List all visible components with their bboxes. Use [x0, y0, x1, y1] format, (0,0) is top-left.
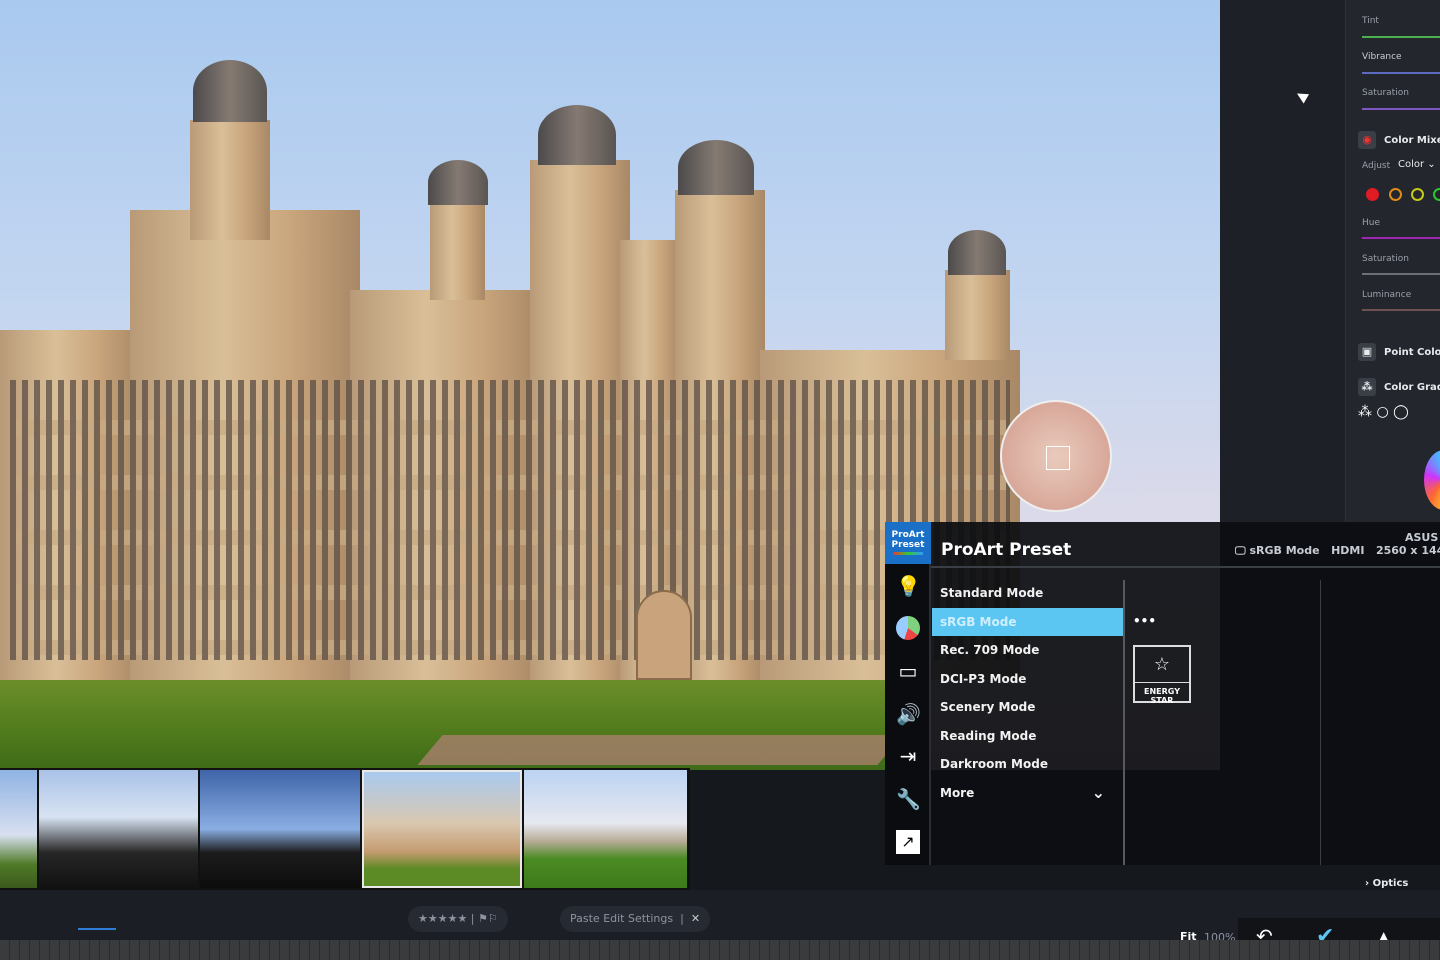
brightness-bulb-icon[interactable]: 💡: [896, 574, 921, 598]
luminance-slider[interactable]: [1362, 309, 1440, 311]
vibrance-label: Vibrance: [1362, 52, 1402, 62]
film-thumbnail[interactable]: [524, 770, 687, 888]
vibrance-slider[interactable]: [1362, 72, 1440, 74]
logo-line2: Preset: [891, 540, 925, 550]
loupe-target: [1046, 446, 1070, 470]
color-mixer-title: Color Mixer: [1384, 135, 1440, 146]
cursor-arrow-icon: ▲: [1291, 87, 1312, 105]
luminance-label: Luminance: [1362, 290, 1412, 300]
osd-status: 🖵 sRGB Mode HDMI 2560 x 144: [1235, 544, 1440, 558]
color-grading-icon: ⁂: [1358, 378, 1376, 396]
filmstrip: [0, 768, 690, 890]
castle-turret: [945, 270, 1010, 360]
image-icon[interactable]: ▭: [896, 659, 920, 683]
tint-slider[interactable]: [1362, 36, 1440, 38]
osd-title: ProArt Preset: [941, 540, 1072, 560]
mixer-saturation-label: Saturation: [1362, 254, 1409, 264]
film-thumbnail[interactable]: [200, 770, 360, 888]
menu-item-rec709[interactable]: Rec. 709 Mode: [932, 636, 1123, 664]
swatch-yellow[interactable]: [1411, 188, 1424, 201]
chevron-down-icon: ⌄: [1427, 159, 1436, 170]
paste-label: Paste Edit Settings: [570, 912, 674, 925]
edit-panel: Tint Vibrance Saturation ◉ Color Mixer Ad…: [1345, 0, 1440, 523]
menu-item-reading[interactable]: Reading Mode: [932, 722, 1123, 750]
dome: [428, 160, 488, 205]
osd-divider: [931, 566, 1440, 568]
more-label: More: [940, 786, 975, 800]
point-color-header[interactable]: ▣ Point Color: [1358, 343, 1440, 361]
dome: [193, 60, 267, 122]
monitor-osd-menu: ProArt Preset 💡 ▭ 🔊 ⇥ 🔧 ↗ ProArt Preset A…: [885, 522, 1440, 865]
castle-windows: [10, 380, 1010, 660]
logo-bar: [893, 552, 923, 555]
monitor-bezel: [0, 940, 1440, 960]
color-grading-header[interactable]: ⁂ Color Gradi: [1358, 378, 1440, 396]
castle-turret: [430, 200, 485, 300]
menu-item-srgb[interactable]: sRGB Mode: [932, 608, 1123, 636]
chevron-down-icon: ⌄: [1091, 783, 1105, 802]
menu-item-standard[interactable]: Standard Mode: [932, 579, 1123, 607]
logo-line1: ProArt: [891, 530, 925, 540]
more-options-icon[interactable]: •••: [1133, 614, 1156, 628]
flag-icon[interactable]: ⚑⚐: [478, 912, 498, 925]
menu-item-darkroom[interactable]: Darkroom Mode: [932, 750, 1123, 778]
close-icon[interactable]: ✕: [691, 912, 700, 925]
adjust-value: Color: [1398, 159, 1425, 170]
point-color-title: Point Color: [1384, 347, 1440, 358]
swatch-orange[interactable]: [1389, 188, 1402, 201]
castle-turret: [190, 120, 270, 240]
point-color-icon: ▣: [1358, 343, 1376, 361]
film-thumbnail[interactable]: [0, 770, 37, 888]
optics-section[interactable]: › Optics: [1365, 878, 1408, 889]
status-mode: sRGB Mode: [1249, 544, 1320, 557]
dome: [538, 105, 616, 165]
color-mixer-header[interactable]: ◉ Color Mixer: [1358, 131, 1440, 149]
swatch-green[interactable]: [1433, 188, 1440, 201]
osd-sidebar: ProArt Preset 💡 ▭ 🔊 ⇥ 🔧 ↗: [885, 522, 931, 865]
gravel-path: [417, 735, 903, 765]
star-icon: ☆: [1135, 647, 1189, 683]
tint-label: Tint: [1362, 16, 1379, 26]
color-picker-loupe[interactable]: [1000, 400, 1112, 512]
energy-star-logo: ☆ ENERGY STAR: [1133, 645, 1191, 705]
hue-label: Hue: [1362, 218, 1381, 228]
dome: [678, 140, 754, 195]
swatch-red[interactable]: [1366, 188, 1379, 201]
film-thumbnail-selected[interactable]: [362, 770, 522, 888]
rating-flag-group: ★★★★★ | ⚑⚐: [408, 906, 508, 932]
monitor-icon: 🖵: [1235, 544, 1246, 557]
status-input: HDMI: [1331, 544, 1365, 557]
proart-preset-tab[interactable]: ProArt Preset: [885, 522, 931, 564]
status-resolution: 2560 x 144: [1375, 544, 1440, 557]
dome: [948, 230, 1006, 275]
brand-label: ASUS: [1405, 531, 1439, 544]
optics-label: Optics: [1372, 878, 1409, 889]
shortcut-icon[interactable]: ↗: [896, 830, 920, 854]
hue-slider[interactable]: [1362, 237, 1440, 239]
adjust-label: Adjust: [1362, 161, 1391, 171]
film-thumbnail[interactable]: [39, 770, 198, 888]
progress-indicator: [78, 928, 116, 930]
wrench-icon[interactable]: 🔧: [896, 787, 921, 811]
color-wheel-icon: ◉: [1358, 131, 1376, 149]
castle-gate: [636, 590, 692, 680]
menu-item-more[interactable]: More ⌄: [932, 779, 1123, 807]
paste-edit-settings-button[interactable]: Paste Edit Settings | ✕: [560, 906, 711, 932]
saturation-slider[interactable]: [1362, 108, 1440, 110]
sound-icon[interactable]: 🔊: [896, 702, 921, 726]
input-select-icon[interactable]: ⇥: [896, 744, 920, 768]
mixer-saturation-slider[interactable]: [1362, 273, 1440, 275]
menu-divider: [1320, 580, 1321, 865]
color-grading-title: Color Gradi: [1384, 382, 1440, 393]
color-icon[interactable]: [896, 616, 920, 640]
star-rating[interactable]: ★★★★★: [418, 912, 467, 925]
color-wheel[interactable]: [1424, 450, 1440, 510]
menu-item-scenery[interactable]: Scenery Mode: [932, 693, 1123, 721]
adjust-dropdown[interactable]: Color ⌄: [1398, 159, 1436, 170]
grading-wheels-icon[interactable]: ⁂ ○ ◯: [1358, 404, 1409, 420]
menu-divider: [1123, 580, 1125, 865]
saturation-label: Saturation: [1362, 88, 1409, 98]
menu-item-dcip3[interactable]: DCI-P3 Mode: [932, 665, 1123, 693]
